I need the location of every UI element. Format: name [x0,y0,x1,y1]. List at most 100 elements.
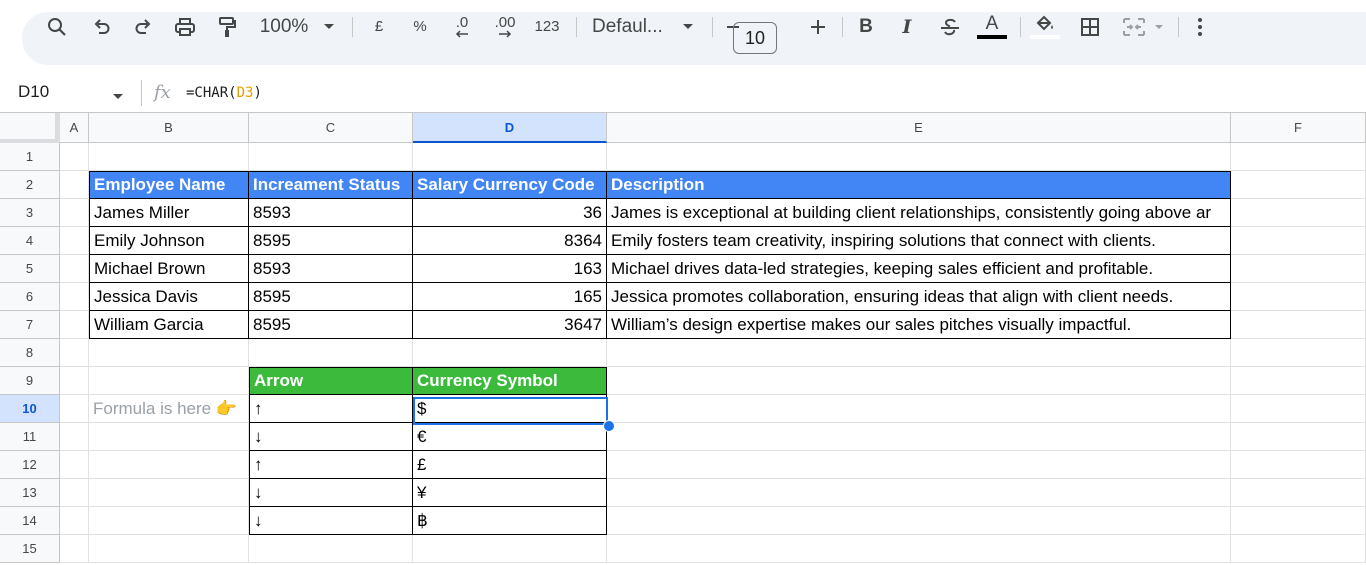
table-cell[interactable]: William Garcia [89,311,249,339]
column-header-d[interactable]: D [413,113,607,143]
cell[interactable] [60,535,89,563]
cell[interactable] [413,535,607,563]
table-cell[interactable]: £ [413,451,607,479]
cell[interactable] [413,339,607,367]
cell[interactable] [60,479,89,507]
cell[interactable] [60,423,89,451]
increase-font-size-icon[interactable] [808,0,828,53]
font-size-input[interactable]: 10 [733,22,777,54]
cell[interactable] [60,199,89,227]
table-cell[interactable]: 8595 [249,311,413,339]
cell[interactable] [607,339,1231,367]
column-header-e[interactable]: E [607,113,1231,143]
undo-icon[interactable] [89,0,115,53]
row-header-5[interactable]: 5 [0,255,60,283]
font-dropdown-icon[interactable] [680,0,696,53]
font-select[interactable]: Defaul... [592,0,668,53]
cell[interactable] [1231,283,1366,311]
row-header-7[interactable]: 7 [0,311,60,339]
cell[interactable] [60,339,89,367]
cell[interactable] [60,227,89,255]
zoom-select[interactable]: 100% [256,0,312,53]
merge-dropdown-icon[interactable] [1152,0,1166,53]
cell[interactable] [60,143,89,171]
redo-icon[interactable] [130,0,156,53]
row-header-10[interactable]: 10 [0,395,60,423]
cell[interactable] [60,451,89,479]
table-cell[interactable]: ↑ [249,395,413,423]
table-cell[interactable]: 8364 [413,227,607,255]
cell[interactable] [89,535,249,563]
table-header-cell[interactable]: Arrow [249,367,413,395]
cell[interactable] [1231,199,1366,227]
name-box-dropdown-icon[interactable] [112,88,124,106]
cell[interactable] [607,395,1231,423]
cell[interactable] [607,423,1231,451]
row-header-11[interactable]: 11 [0,423,60,451]
more-formats-button[interactable]: 123 [532,0,562,53]
cell[interactable] [60,283,89,311]
cell[interactable] [89,367,249,395]
paint-format-icon[interactable] [214,0,240,53]
cell[interactable] [60,311,89,339]
row-header-12[interactable]: 12 [0,451,60,479]
table-cell[interactable]: 3647 [413,311,607,339]
cell[interactable] [60,255,89,283]
cell[interactable] [1231,171,1366,199]
table-header-cell[interactable]: Employee Name [89,171,249,199]
cell[interactable] [1231,535,1366,563]
table-header-cell[interactable]: Currency Symbol [413,367,607,395]
column-header-c[interactable]: C [249,113,413,143]
column-header-f[interactable]: F [1231,113,1366,143]
table-cell[interactable]: Michael Brown [89,255,249,283]
cell[interactable] [89,143,249,171]
row-header-9[interactable]: 9 [0,367,60,395]
table-cell[interactable]: ฿ [413,507,607,535]
table-cell[interactable]: Jessica Davis [89,283,249,311]
cell[interactable] [89,339,249,367]
cell[interactable] [1231,367,1366,395]
borders-icon[interactable] [1077,0,1103,53]
cell[interactable] [89,507,249,535]
table-cell[interactable]: 8593 [249,199,413,227]
row-header-13[interactable]: 13 [0,479,60,507]
table-cell[interactable]: 163 [413,255,607,283]
cell[interactable] [249,339,413,367]
table-cell[interactable]: 8593 [249,255,413,283]
table-cell[interactable]: $ [413,395,607,423]
cell[interactable] [607,479,1231,507]
row-header-14[interactable]: 14 [0,507,60,535]
table-cell[interactable]: 8595 [249,283,413,311]
table-header-cell[interactable]: Increament Status [249,171,413,199]
formula-input[interactable]: =CHAR(D3) [186,85,262,101]
percent-format-button[interactable]: % [409,0,431,53]
table-cell[interactable]: Jessica promotes collaboration, ensuring… [607,283,1231,311]
cell[interactable] [1231,227,1366,255]
search-icon[interactable] [44,0,70,53]
cell[interactable] [607,367,1231,395]
print-icon[interactable] [172,0,198,53]
column-header-a[interactable]: A [60,113,89,143]
table-cell[interactable]: ↓ [249,423,413,451]
bold-button[interactable]: B [855,0,877,53]
cell[interactable] [413,143,607,171]
cell[interactable] [1231,311,1366,339]
row-header-3[interactable]: 3 [0,199,60,227]
table-cell[interactable]: ↓ [249,479,413,507]
italic-button[interactable]: I [896,0,918,53]
text-color-button[interactable]: A [976,0,1008,53]
cell[interactable] [60,395,89,423]
row-header-4[interactable]: 4 [0,227,60,255]
cell[interactable] [607,451,1231,479]
name-box[interactable]: D10 [18,82,49,102]
table-cell[interactable]: € [413,423,607,451]
row-header-15[interactable]: 15 [0,535,60,563]
table-cell[interactable]: Emily fosters team creativity, inspiring… [607,227,1231,255]
table-cell[interactable]: Michael drives data-led strategies, keep… [607,255,1231,283]
cell[interactable] [60,367,89,395]
cell[interactable] [249,143,413,171]
row-header-6[interactable]: 6 [0,283,60,311]
row-header-8[interactable]: 8 [0,339,60,367]
cell[interactable] [1231,395,1366,423]
strikethrough-icon[interactable] [937,0,963,53]
